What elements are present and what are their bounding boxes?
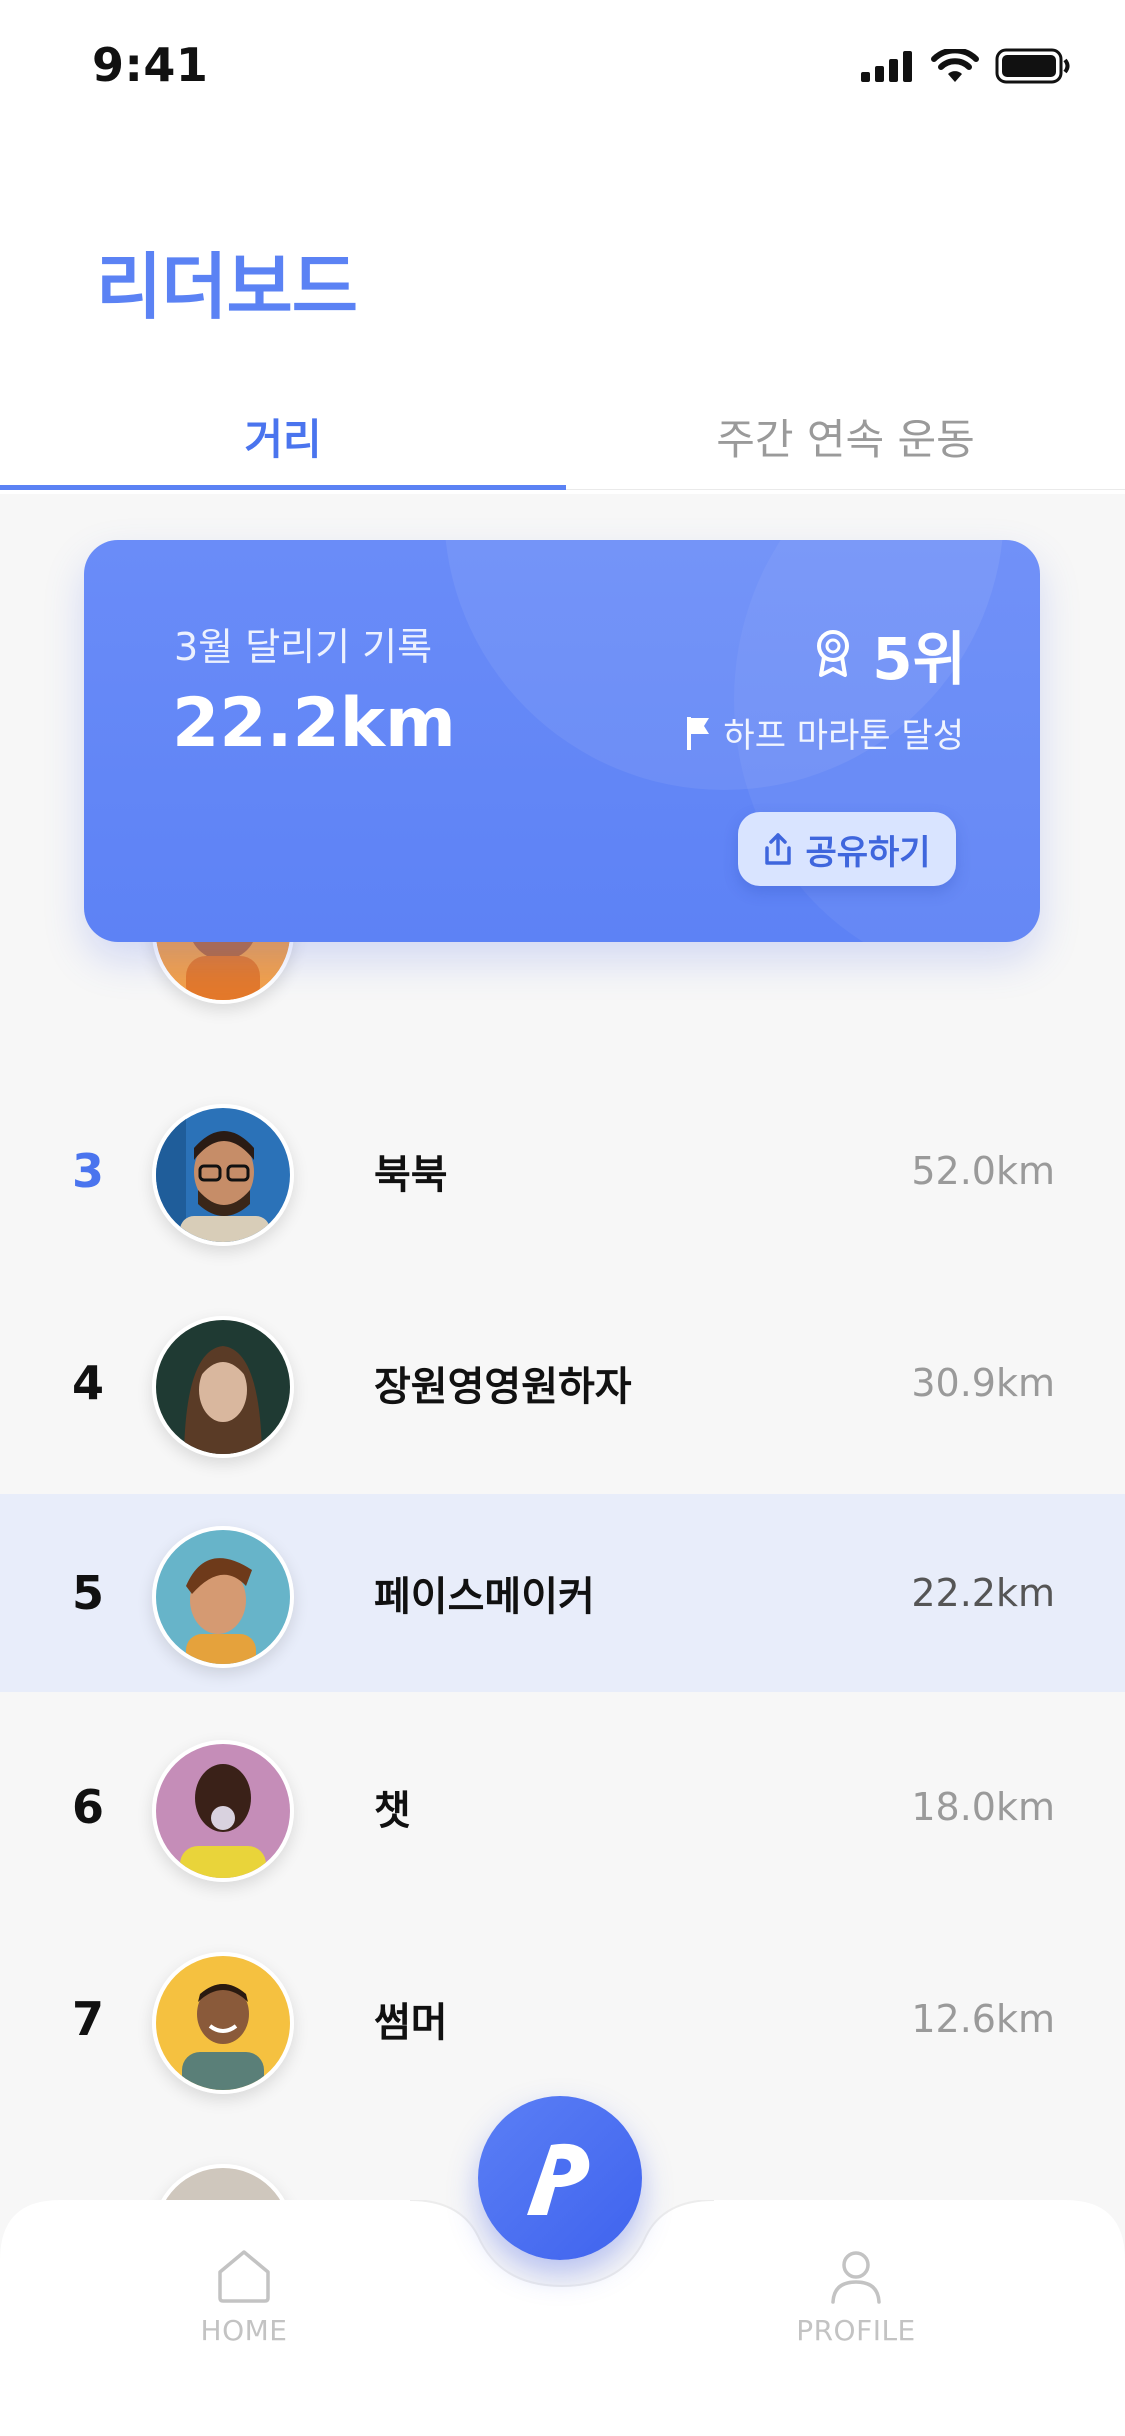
distance-value: 18.0km	[911, 1785, 1055, 1829]
avatar	[152, 1952, 294, 2094]
avatar	[152, 1316, 294, 1458]
status-icons	[861, 48, 1071, 84]
profile-icon	[831, 2251, 881, 2304]
active-tab-indicator	[0, 485, 566, 490]
distance-value: 12.6km	[911, 1997, 1055, 2041]
page-title: 리더보드	[96, 245, 358, 329]
avatar	[152, 1104, 294, 1246]
achievement-group: 하프 마라톤 달성	[685, 708, 964, 757]
rank-number: 7	[71, 1992, 104, 2046]
nav-home-label: HOME	[200, 2314, 288, 2347]
pace-logo-icon	[527, 2143, 590, 2215]
user-name: 북북	[374, 1152, 448, 1198]
tab-bar: 거리 주간 연속 운동	[0, 382, 1125, 494]
rank-number: 6	[71, 1780, 104, 1834]
flag-icon	[687, 716, 710, 750]
user-name: 챗	[374, 1788, 411, 1834]
distance-value: 22.2km	[911, 1571, 1055, 1615]
user-name: 장원영영원하자	[374, 1364, 632, 1410]
nav-profile[interactable]: PROFILE	[746, 2248, 966, 2347]
card-rank: 5위	[872, 625, 966, 693]
avatar	[152, 1526, 294, 1668]
nav-profile-label: PROFILE	[796, 2314, 916, 2347]
user-name: 페이스메이커	[374, 1574, 595, 1620]
home-icon	[218, 2250, 270, 2303]
status-time: 9:41	[92, 38, 209, 92]
rank-number: 3	[71, 1144, 104, 1198]
achievement-text: 하프 마라톤 달성	[723, 716, 964, 756]
rank-number: 5	[71, 1566, 104, 1620]
summary-card: 3월 달리기 기록 22.2km 5위 하프 마라톤 달성 공유하기	[84, 540, 1040, 942]
card-label: 3월 달리기 기록	[174, 625, 433, 669]
distance-value: 52.0km	[911, 1149, 1055, 1193]
table-row[interactable]: 6 챗 18.0km	[0, 1708, 1125, 1906]
wifi-icon	[931, 49, 979, 82]
status-bar: 9:41	[0, 0, 1125, 132]
battery-icon	[995, 48, 1070, 84]
medal-icon	[817, 630, 850, 677]
share-label: 공유하기	[805, 832, 931, 873]
distance-value: 30.9km	[911, 1361, 1055, 1405]
tab-distance[interactable]: 거리	[0, 382, 566, 490]
share-icon	[765, 833, 792, 865]
nav-home[interactable]: HOME	[134, 2248, 354, 2347]
table-row[interactable]: 7 썸머 12.6km	[0, 1920, 1125, 2118]
card-rank-group: 5위	[814, 612, 966, 696]
rank-number: 4	[71, 1356, 104, 1410]
avatar	[152, 1740, 294, 1882]
card-distance: 22.2km	[172, 684, 456, 763]
table-row-current-user[interactable]: 5 페이스메이커 22.2km	[0, 1494, 1125, 1692]
signal-icon	[861, 51, 912, 82]
tab-divider	[566, 489, 1125, 490]
table-row[interactable]: 3 북북 52.0km	[0, 1072, 1125, 1270]
user-name: 썸머	[374, 2000, 448, 2046]
table-row[interactable]: 4 장원영영원하자 30.9km	[0, 1284, 1125, 1482]
share-button[interactable]: 공유하기	[738, 812, 956, 886]
fab-start-run[interactable]	[478, 2096, 642, 2260]
tab-weekly-streak[interactable]: 주간 연속 운동	[566, 382, 1125, 490]
